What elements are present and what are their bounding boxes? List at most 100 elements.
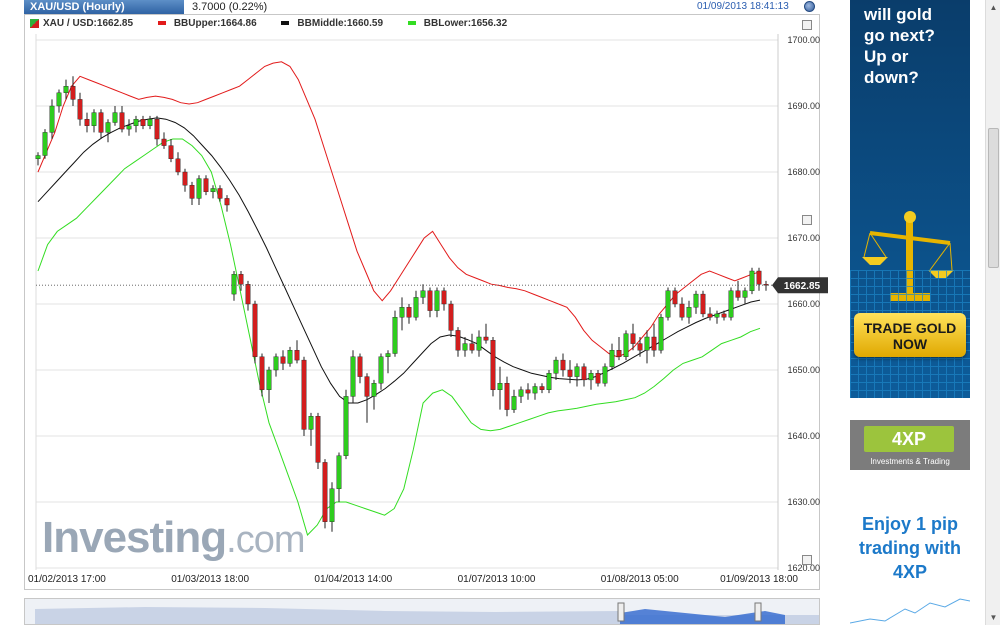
navigator-right-handle[interactable] bbox=[754, 602, 762, 622]
candle-body bbox=[35, 155, 41, 159]
candle bbox=[497, 366, 503, 410]
candle-body bbox=[476, 336, 482, 351]
candle bbox=[693, 290, 699, 314]
candle-body bbox=[315, 416, 321, 463]
candle-body bbox=[469, 343, 475, 351]
candle-body bbox=[133, 118, 139, 126]
candle bbox=[623, 330, 629, 361]
candle bbox=[763, 280, 769, 291]
4xp-ad-logo[interactable]: 4XP Investments & Trading bbox=[850, 420, 970, 470]
x-tick-label: 01/02/2013 17:00 bbox=[28, 574, 106, 585]
candle-body bbox=[595, 373, 601, 384]
candle bbox=[175, 152, 181, 176]
x-tick-label: 01/03/2013 18:00 bbox=[171, 574, 249, 585]
candle bbox=[483, 323, 489, 344]
candle bbox=[665, 287, 671, 321]
candle-body bbox=[399, 307, 405, 318]
candle-body bbox=[637, 343, 643, 351]
candle bbox=[553, 356, 559, 380]
candle bbox=[525, 383, 531, 400]
candle-body bbox=[749, 270, 755, 291]
candle-body bbox=[154, 118, 160, 140]
candle-body bbox=[357, 356, 363, 377]
candle bbox=[651, 323, 657, 357]
candle bbox=[609, 343, 615, 370]
candle-body bbox=[413, 297, 419, 318]
candle-body bbox=[693, 293, 699, 308]
candle bbox=[315, 412, 321, 469]
legend-upper-label: BBUpper:1664.86 bbox=[173, 18, 257, 29]
candle-body bbox=[616, 350, 622, 358]
candle-body bbox=[539, 386, 545, 390]
candle bbox=[112, 106, 118, 126]
candle bbox=[287, 346, 293, 367]
collapse-button[interactable] bbox=[802, 20, 812, 30]
candle bbox=[161, 132, 167, 149]
candle bbox=[560, 353, 566, 377]
ad-headline: will gold go next? Up or down? bbox=[864, 5, 935, 87]
candle-body bbox=[434, 290, 440, 311]
candle bbox=[490, 337, 496, 397]
candle bbox=[280, 350, 286, 370]
candle-body bbox=[224, 198, 230, 206]
candle-body bbox=[511, 396, 517, 410]
candle-body bbox=[161, 138, 167, 146]
candle bbox=[616, 337, 622, 361]
candle-body bbox=[308, 416, 314, 430]
candle bbox=[343, 389, 349, 460]
candle bbox=[462, 337, 468, 357]
candle bbox=[119, 106, 125, 133]
candle-body bbox=[364, 376, 370, 397]
legend-lower: BBLower:1656.32 bbox=[407, 18, 508, 29]
candle bbox=[511, 389, 517, 413]
candle bbox=[126, 119, 132, 136]
candle-body bbox=[623, 333, 629, 358]
candle-body bbox=[189, 184, 195, 199]
candle bbox=[581, 363, 587, 387]
scroll-thumb[interactable] bbox=[988, 128, 999, 268]
y-axis-labels: 1700.00 1690.00 1680.00 1670.00 1660.00 1650.… bbox=[787, 35, 820, 573]
currency-flag-icon bbox=[30, 18, 39, 28]
y-tick-label: 1700.00 bbox=[787, 35, 820, 45]
4xp-ad-text[interactable]: Enjoy 1 pip trading with 4XP bbox=[850, 512, 970, 584]
candle-body bbox=[84, 118, 90, 126]
page-scrollbar[interactable]: ▲ ▼ bbox=[985, 0, 1000, 625]
candle-body bbox=[567, 369, 573, 377]
scroll-up-icon[interactable]: ▲ bbox=[988, 2, 999, 13]
candle bbox=[133, 115, 139, 133]
candle-body bbox=[203, 178, 209, 193]
candle bbox=[749, 267, 755, 295]
candle-body bbox=[182, 171, 188, 186]
legend-lower-label: BBLower:1656.32 bbox=[423, 18, 508, 29]
candle-body bbox=[147, 118, 153, 126]
candle-body bbox=[126, 125, 132, 130]
candle-body bbox=[343, 396, 349, 456]
navigator-left-handle[interactable] bbox=[617, 602, 625, 622]
watermark-suffix: .com bbox=[226, 519, 305, 561]
candle bbox=[588, 370, 594, 390]
candle-body bbox=[700, 293, 706, 315]
candle bbox=[539, 383, 545, 394]
candle-body bbox=[245, 284, 251, 305]
candle-body bbox=[721, 313, 727, 318]
candle-body bbox=[196, 178, 202, 199]
candle-body bbox=[588, 373, 594, 381]
candle bbox=[259, 353, 265, 397]
candle bbox=[350, 350, 356, 403]
candle bbox=[301, 356, 307, 436]
candle bbox=[574, 363, 580, 387]
scroll-down-icon[interactable]: ▼ bbox=[988, 612, 999, 623]
trade-gold-button[interactable]: TRADE GOLD NOW bbox=[854, 313, 966, 357]
candle-body bbox=[112, 112, 118, 123]
candle bbox=[441, 287, 447, 311]
candle bbox=[420, 284, 426, 304]
candle bbox=[196, 175, 202, 205]
panel-toggle-button[interactable] bbox=[802, 215, 812, 225]
candle bbox=[427, 287, 433, 318]
4xp-logo-tagline: Investments & Trading bbox=[870, 457, 950, 466]
candle bbox=[469, 333, 475, 354]
range-navigator[interactable] bbox=[24, 598, 820, 625]
gold-ad-banner[interactable]: will gold go next? Up or down? TRADE GOLD NO… bbox=[850, 0, 970, 398]
candle bbox=[231, 271, 237, 301]
resize-button[interactable] bbox=[802, 555, 812, 565]
